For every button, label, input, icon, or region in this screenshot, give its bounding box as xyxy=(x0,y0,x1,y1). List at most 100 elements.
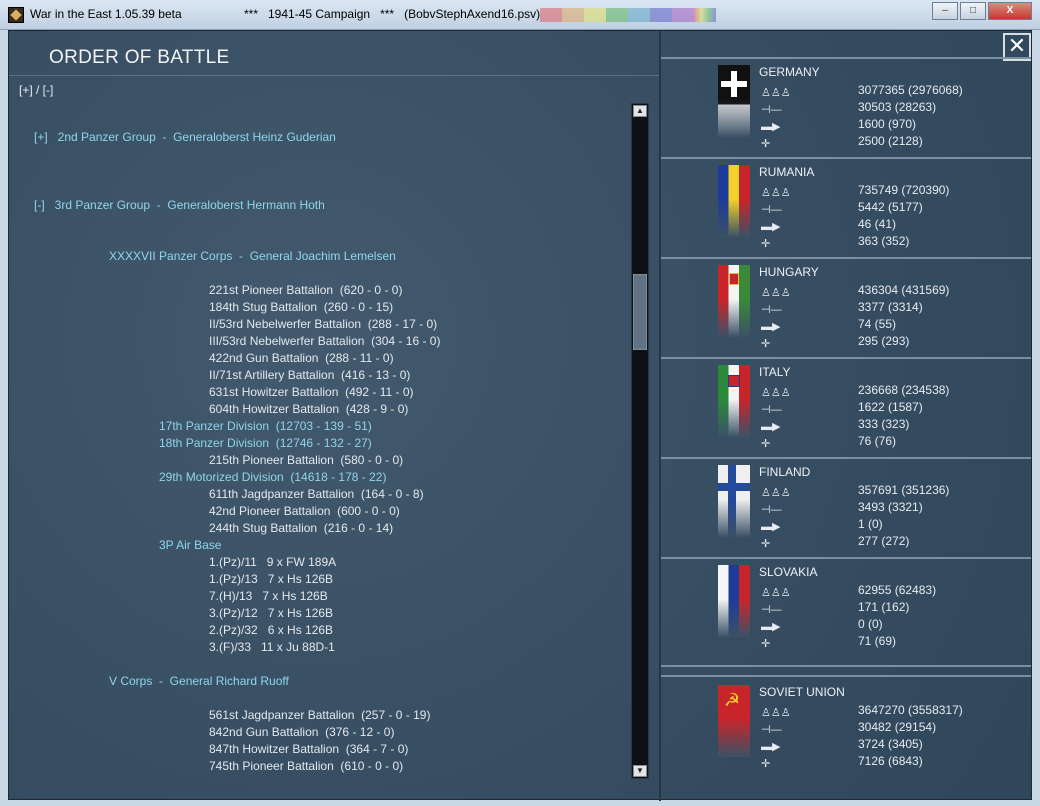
men-icon: ♙♙♙ xyxy=(761,587,791,599)
oob-row[interactable]: 42nd Pioneer Battalion (600 - 0 - 0) xyxy=(209,503,400,519)
scroll-down-arrow-icon[interactable]: ▼ xyxy=(633,765,647,777)
gun-icon: ⊣— xyxy=(761,724,782,736)
oob-row[interactable]: II/53rd Nebelwerfer Battalion (288 - 17 … xyxy=(209,316,437,332)
nation-guns-value: 171 (162) xyxy=(858,600,910,614)
aircraft-icon: ✛ xyxy=(761,238,771,250)
oob-row[interactable]: 215th Pioneer Battalion (580 - 0 - 0) xyxy=(209,452,403,468)
rumania-flag xyxy=(718,165,750,237)
aircraft-icon: ✛ xyxy=(761,338,771,350)
nation-block: ☭ SOVIET UNION ♙♙♙ ⊣— ▬▶ ✛ 3647270 (3558317) 30… xyxy=(661,679,1031,778)
oob-panel: ORDER OF BATTLE [+] / [-] [+] 2nd Panzer… xyxy=(9,31,659,801)
gun-icon: ⊣— xyxy=(761,404,782,416)
scroll-up-arrow-icon[interactable]: ▲ xyxy=(633,105,647,117)
window-title: War in the East 1.05.39 beta xyxy=(30,7,182,21)
oob-row[interactable]: 561st Jagdpanzer Battalion (257 - 0 - 19… xyxy=(209,707,430,723)
campaign-title: *** 1941-45 Campaign *** (BobvStephAxend… xyxy=(244,7,541,21)
nation-men-value: 236668 (234538) xyxy=(858,383,950,397)
men-icon: ♙♙♙ xyxy=(761,387,791,399)
oob-row[interactable]: 3.(F)/33 11 x Ju 88D-1 xyxy=(209,639,335,655)
oob-row[interactable]: 29th Motorized Division (14618 - 178 - 2… xyxy=(159,469,386,485)
oob-row[interactable]: 611th Jagdpanzer Battalion (164 - 0 - 8) xyxy=(209,486,424,502)
order-of-battle-screen: ORDER OF BATTLE [+] / [-] [+] 2nd Panzer… xyxy=(8,30,1033,801)
oob-row[interactable]: 604th Howitzer Battalion (428 - 9 - 0) xyxy=(209,401,408,417)
nation-guns-value: 3377 (3314) xyxy=(858,300,923,314)
nations-panel: ✕ GERMANY ♙♙♙ ⊣— ▬▶ ✛ 3077365 (2976068) 30503 … xyxy=(661,31,1033,801)
oob-scrollbar[interactable]: ▲ ▼ xyxy=(631,103,649,779)
oob-row[interactable]: II/71st Artillery Battalion (416 - 13 - … xyxy=(209,367,410,383)
nation-block: HUNGARY ♙♙♙ ⊣— ▬▶ ✛ 436304 (431569) 3377 (3314… xyxy=(661,257,1031,356)
gun-icon: ⊣— xyxy=(761,304,782,316)
oob-row[interactable]: 847th Howitzer Battalion (364 - 7 - 0) xyxy=(209,741,408,757)
oob-row[interactable]: 221st Pioneer Battalion (620 - 0 - 0) xyxy=(209,282,402,298)
oob-row[interactable]: 842nd Gun Battalion (376 - 12 - 0) xyxy=(209,724,394,740)
tank-icon: ▬▶ xyxy=(761,421,781,433)
nation-afv-value: 3724 (3405) xyxy=(858,737,923,751)
nation-aircraft-value: 76 (76) xyxy=(858,434,897,448)
nation-aircraft-value: 277 (272) xyxy=(858,534,910,548)
nation-name: HUNGARY xyxy=(759,265,819,279)
gun-icon: ⊣— xyxy=(761,504,782,516)
expand-collapse-all-toggle[interactable]: [+] / [-] xyxy=(19,83,53,97)
oob-row[interactable]: 422nd Gun Battalion (288 - 11 - 0) xyxy=(209,350,394,366)
oob-row[interactable]: 3.(Pz)/12 7 x Hs 126B xyxy=(209,605,333,621)
nation-men-value: 436304 (431569) xyxy=(858,283,950,297)
men-icon: ♙♙♙ xyxy=(761,487,791,499)
nation-block: RUMANIA ♙♙♙ ⊣— ▬▶ ✛ 735749 (720390) 5442 (5177… xyxy=(661,157,1031,256)
oob-row[interactable]: 631st Howitzer Battalion (492 - 11 - 0) xyxy=(209,384,414,400)
oob-row[interactable]: 184th Stug Battalion (260 - 0 - 15) xyxy=(209,299,393,315)
oob-row[interactable]: 2.(Pz)/32 6 x Hs 126B xyxy=(209,622,333,638)
oob-row[interactable]: 745th Pioneer Battalion (610 - 0 - 0) xyxy=(209,758,403,774)
title-divider xyxy=(9,75,659,76)
oob-row[interactable]: XXXXVII Panzer Corps - General Joachim L… xyxy=(109,248,396,264)
tank-icon: ▬▶ xyxy=(761,321,781,333)
aircraft-icon: ✛ xyxy=(761,638,771,650)
nation-block: SLOVAKIA ♙♙♙ ⊣— ▬▶ ✛ 62955 (62483) 171 (162) 0 … xyxy=(661,557,1031,656)
nation-name: FINLAND xyxy=(759,465,811,479)
nation-guns-value: 30482 (29154) xyxy=(858,720,937,734)
window-titlebar: War in the East 1.05.39 beta *** 1941-45… xyxy=(0,0,1040,30)
nation-afv-value: 0 (0) xyxy=(858,617,883,631)
minimize-button[interactable]: – xyxy=(932,2,958,20)
nation-men-value: 3077365 (2976068) xyxy=(858,83,963,97)
nation-guns-value: 1622 (1587) xyxy=(858,400,923,414)
nation-name: GERMANY xyxy=(759,65,820,79)
app-icon xyxy=(8,7,24,23)
oob-row[interactable]: V Corps - General Richard Ruoff xyxy=(109,673,289,689)
aircraft-icon: ✛ xyxy=(761,758,771,770)
maximize-button[interactable]: □ xyxy=(960,2,986,20)
oob-row[interactable]: 7.(H)/13 7 x Hs 126B xyxy=(209,588,328,604)
oob-row[interactable]: 17th Panzer Division (12703 - 139 - 51) xyxy=(159,418,372,434)
gun-icon: ⊣— xyxy=(761,204,782,216)
italy-flag xyxy=(718,365,750,437)
nation-men-value: 3647270 (3558317) xyxy=(858,703,963,717)
nation-afv-value: 333 (323) xyxy=(858,417,910,431)
nation-aircraft-value: 71 (69) xyxy=(858,634,897,648)
men-icon: ♙♙♙ xyxy=(761,187,791,199)
oob-row[interactable]: [-] 3rd Panzer Group - Generaloberst Her… xyxy=(34,197,325,213)
tank-icon: ▬▶ xyxy=(761,221,781,233)
oob-row[interactable]: 18th Panzer Division (12746 - 132 - 27) xyxy=(159,435,372,451)
nation-men-value: 735749 (720390) xyxy=(858,183,950,197)
men-icon: ♙♙♙ xyxy=(761,287,791,299)
germany-flag xyxy=(718,65,750,137)
oob-row[interactable]: 1.(Pz)/13 7 x Hs 126B xyxy=(209,571,333,587)
oob-row[interactable]: 1.(Pz)/11 9 x FW 189A xyxy=(209,554,336,570)
panel-title: ORDER OF BATTLE xyxy=(49,47,230,68)
scrollbar-thumb[interactable] xyxy=(633,274,647,350)
nation-aircraft-value: 363 (352) xyxy=(858,234,910,248)
nation-men-value: 357691 (351236) xyxy=(858,483,950,497)
slovakia-flag xyxy=(718,565,750,637)
aircraft-icon: ✛ xyxy=(761,538,771,550)
oob-row[interactable]: [+] 2nd Panzer Group - Generaloberst Hei… xyxy=(34,129,336,145)
nation-aircraft-value: 295 (293) xyxy=(858,334,910,348)
oob-row[interactable]: 244th Stug Battalion (216 - 0 - 14) xyxy=(209,520,393,536)
aircraft-icon: ✛ xyxy=(761,438,771,450)
window-close-button[interactable]: X xyxy=(988,2,1032,20)
tank-icon: ▬▶ xyxy=(761,741,781,753)
oob-row[interactable]: III/53rd Nebelwerfer Battalion (304 - 16… xyxy=(209,333,440,349)
nation-afv-value: 1600 (970) xyxy=(858,117,917,131)
oob-row[interactable]: 3P Air Base xyxy=(159,537,221,553)
men-icon: ♙♙♙ xyxy=(761,707,791,719)
nation-name: RUMANIA xyxy=(759,165,815,179)
gun-icon: ⊣— xyxy=(761,604,782,616)
